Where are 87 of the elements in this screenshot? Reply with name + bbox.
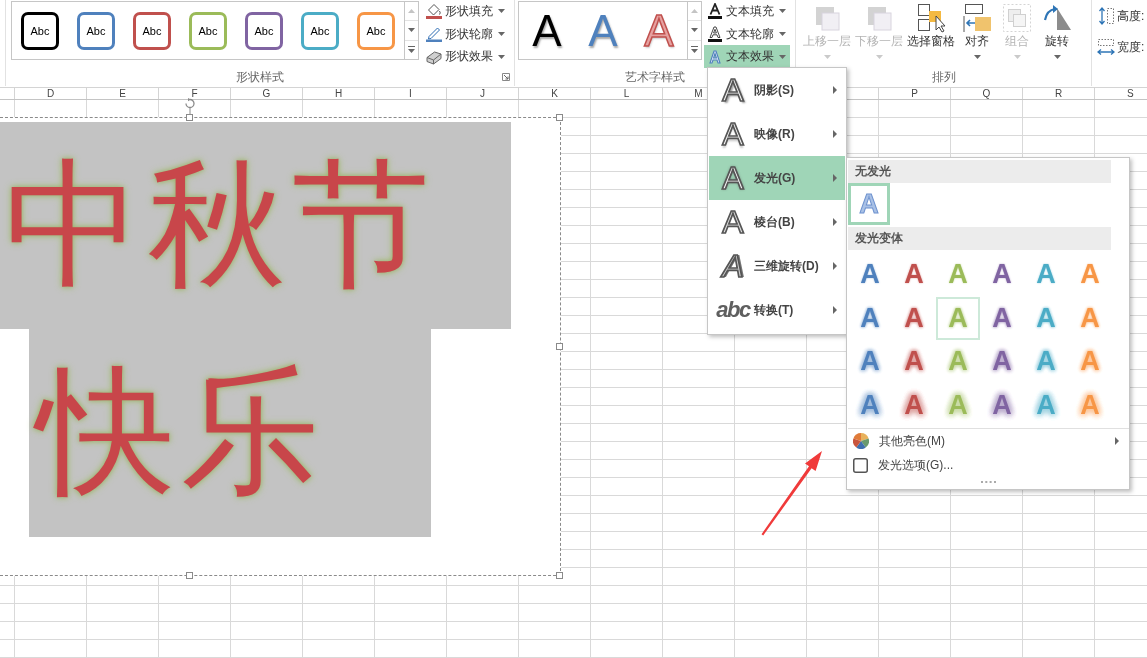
caret-icon: [779, 9, 786, 14]
column-header: P: [879, 88, 951, 99]
caret-icon: [498, 32, 505, 36]
menu-item[interactable]: A 发光(G): [709, 156, 845, 200]
text-outline-button[interactable]: 文本轮廓: [704, 22, 790, 46]
rounded-block-icon: [426, 48, 442, 65]
shape-text: 快乐: [29, 329, 431, 537]
column-header: G: [231, 88, 303, 99]
submenu-arrow-icon: [833, 86, 837, 94]
resize-handle[interactable]: [186, 572, 193, 579]
caret-icon: [779, 54, 786, 59]
align-button[interactable]: 对齐: [957, 0, 997, 68]
more-icon: [408, 46, 415, 54]
column-header: K: [519, 88, 591, 99]
column-header: H: [303, 88, 375, 99]
text-fill-button[interactable]: 文本填充: [704, 0, 790, 23]
shape-style-swatch[interactable]: Abc: [301, 11, 339, 50]
paint-bucket-icon: [426, 3, 442, 20]
shape-style-swatch[interactable]: Abc: [77, 11, 115, 50]
caret-icon: [498, 9, 505, 14]
shape-fill-button[interactable]: 形状填充: [423, 0, 509, 23]
caret-icon: [498, 54, 505, 59]
submenu-arrow-icon: [833, 262, 837, 270]
resize-handle[interactable]: [556, 343, 563, 350]
submenu-arrow-icon: [1115, 437, 1119, 445]
section-heading: 发光变体: [848, 227, 1111, 250]
size-field-label: 高度:: [1117, 7, 1145, 25]
submenu-arrow-icon: [833, 174, 837, 182]
height-icon: [1097, 6, 1115, 26]
letter-a-bar-icon: [707, 3, 723, 20]
rotate-button[interactable]: 旋转: [1037, 0, 1077, 68]
group-label: 艺术字样式: [625, 68, 685, 86]
effect-preview: A: [721, 115, 745, 153]
group-label: 排列: [931, 68, 956, 86]
column-header: Q: [951, 88, 1023, 99]
caret-icon: [779, 32, 786, 36]
submenu-arrow-icon: [833, 218, 837, 226]
size-field-label: 宽度:: [1117, 38, 1145, 56]
resize-handle[interactable]: [556, 572, 563, 579]
section-heading: 无发光: [848, 160, 1111, 183]
width-icon: [1097, 37, 1115, 57]
menu-item[interactable]: A 棱台(B): [709, 200, 845, 244]
shape-style-swatch[interactable]: Abc: [357, 11, 395, 50]
shape-effects-button[interactable]: 形状效果: [423, 45, 509, 68]
shape-style-swatch[interactable]: Abc: [21, 11, 59, 50]
glowing-letter-a-icon: [707, 48, 723, 65]
menu-item[interactable]: A 映像(R): [709, 112, 845, 156]
column-header: E: [87, 88, 159, 99]
glow-options-item[interactable]: 发光选项(G)...: [848, 453, 1129, 477]
column-header: J: [447, 88, 519, 99]
text-effects-button[interactable]: 文本效果: [704, 45, 790, 68]
effect-preview: A: [721, 203, 745, 241]
more-icon: [691, 46, 698, 54]
outlined-letter-a-icon: [707, 26, 723, 42]
caret-icon: [823, 55, 831, 59]
selection-pane-button[interactable]: 选择窗格: [905, 0, 957, 68]
shape-style-swatch[interactable]: Abc: [245, 11, 283, 50]
shape-text: 中秋节: [0, 122, 511, 329]
caret-icon: [1053, 55, 1061, 59]
column-header: R: [1023, 88, 1095, 99]
group-label: 形状样式: [236, 68, 284, 86]
rotation-handle-icon[interactable]: [183, 98, 197, 114]
submenu-arrow-icon: [833, 130, 837, 138]
pencil-icon: [426, 26, 442, 42]
column-header: D: [15, 88, 87, 99]
effect-preview: A: [720, 247, 745, 285]
effect-preview: abc: [715, 296, 751, 324]
shape-style-swatch[interactable]: Abc: [189, 11, 227, 50]
column-header: L: [591, 88, 663, 99]
caret-icon: [1013, 55, 1021, 59]
square-icon: [853, 457, 868, 473]
caret-down-icon: [691, 28, 698, 33]
resize-handle[interactable]: [186, 114, 193, 121]
color-wheel-icon: [853, 433, 869, 449]
resize-handle[interactable]: [556, 114, 563, 121]
caret-icon: [875, 55, 883, 59]
submenu-arrow-icon: [833, 306, 837, 314]
shape-style-swatch[interactable]: Abc: [133, 11, 171, 50]
caret-down-icon: [408, 28, 415, 33]
dialog-launcher-icon[interactable]: [502, 73, 510, 81]
menu-item[interactable]: A 三维旋转(D): [709, 244, 845, 288]
caret-icon: [973, 55, 981, 59]
column-header: S: [1126, 88, 1135, 99]
shape-outline-button[interactable]: 形状轮廓: [423, 22, 509, 46]
more-colors-item[interactable]: 其他亮色(M): [848, 429, 1129, 453]
effect-preview: A: [721, 159, 745, 197]
column-header: I: [375, 88, 447, 99]
